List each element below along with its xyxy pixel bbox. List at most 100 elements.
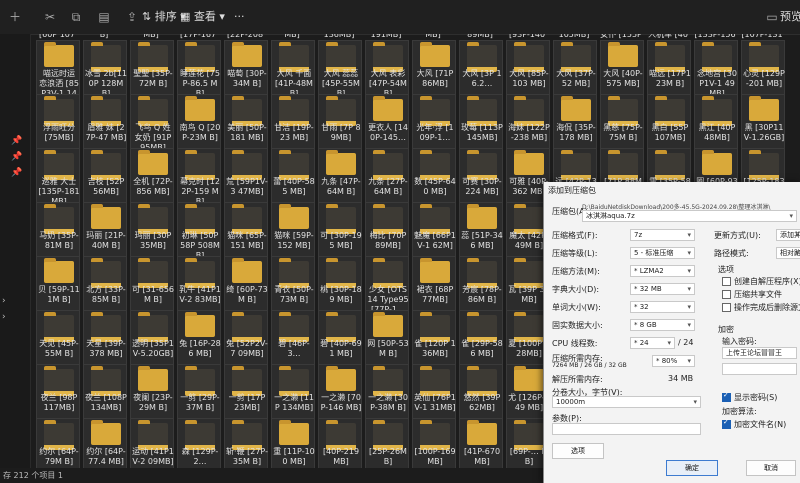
word-select[interactable]: * 32 xyxy=(630,301,695,313)
pin-icon[interactable]: 📌 xyxy=(11,152,22,162)
decomp-value: 34 MB xyxy=(668,374,694,383)
folder-icon xyxy=(44,366,74,396)
cpu-select[interactable]: * 24 xyxy=(630,337,675,349)
folder-icon xyxy=(279,366,309,396)
folder-icon xyxy=(232,204,262,234)
folder-icon xyxy=(420,204,450,234)
folder-icon xyxy=(185,42,215,72)
expand-chevron-icon[interactable]: › xyxy=(2,296,12,306)
more-button[interactable]: ··· xyxy=(234,8,245,26)
encrypt-names-label: 加密文件名(N) xyxy=(734,420,787,429)
folder-icon xyxy=(702,96,732,126)
format-select[interactable]: 7z xyxy=(630,229,695,241)
folder-name: 斩·鞭 [27P-35M B] xyxy=(226,447,268,466)
folder-icon xyxy=(749,150,779,180)
folder-icon xyxy=(749,96,779,121)
folder-icon xyxy=(420,150,450,180)
folder-icon xyxy=(608,150,638,180)
new-icon[interactable]: ＋ xyxy=(7,9,23,25)
folder-icon xyxy=(185,150,215,180)
folder-name: [41P-670 MB] xyxy=(463,447,501,466)
preview-button[interactable]: 预览 xyxy=(780,8,800,26)
update-select[interactable]: 添加并替 xyxy=(776,229,800,241)
view-button[interactable]: ▦ 查看 ▾ xyxy=(180,8,225,26)
folder-item[interactable]: 斩·鞭 [27P-35M B] xyxy=(224,418,268,468)
folder-icon xyxy=(138,42,168,72)
cpu-total: / 24 xyxy=(678,338,694,347)
folder-icon xyxy=(91,312,121,342)
folder-icon xyxy=(185,258,215,288)
mem-percent-select[interactable]: * 80% xyxy=(652,355,695,367)
folder-icon xyxy=(467,150,497,180)
split-select[interactable]: 10000m xyxy=(552,396,701,408)
view-icon: ▦ xyxy=(180,10,194,23)
dict-select[interactable]: * 32 MB xyxy=(630,283,695,295)
folder-icon xyxy=(561,96,591,121)
cut-icon[interactable]: ✂ xyxy=(42,9,58,25)
method-select[interactable]: * LZMA2 xyxy=(630,265,695,277)
folder-icon xyxy=(185,366,215,396)
expand-chevron-icon[interactable]: › xyxy=(2,312,12,322)
folder-icon xyxy=(232,420,262,450)
pin-icon[interactable]: 📌 xyxy=(11,168,22,178)
folder-icon xyxy=(185,420,215,450)
password-field[interactable]: 上传王论坛冒冒王 xyxy=(722,347,797,359)
folder-item[interactable]: [100P-169 MB] xyxy=(412,418,456,468)
folder-icon xyxy=(138,312,168,342)
folder-icon xyxy=(514,420,544,450)
folder-item[interactable]: [40P-219 MB] xyxy=(318,418,362,468)
folder-name: 重 [11P-100 MB] xyxy=(273,447,315,466)
folder-icon xyxy=(44,96,74,126)
params-field[interactable] xyxy=(552,423,701,435)
copy-icon[interactable]: ⧉ xyxy=(68,9,84,25)
folder-icon xyxy=(514,96,544,126)
level-select[interactable]: 5 - 标准压缩 xyxy=(630,247,695,259)
format-label: 压缩格式(F): xyxy=(552,231,598,240)
folder-item[interactable]: 重 [11P-100 MB] xyxy=(271,418,315,468)
decomp-label: 解压所需内存: xyxy=(552,375,603,384)
delete-checkbox[interactable] xyxy=(722,303,731,312)
show-password-checkbox[interactable] xyxy=(722,391,731,402)
folder-icon xyxy=(232,42,262,67)
folder-icon xyxy=(514,258,544,288)
dialog-title: 添加到压缩包 xyxy=(548,186,596,195)
folder-icon xyxy=(44,420,74,450)
options-button[interactable]: 选项 xyxy=(552,443,604,459)
solid-select[interactable]: * 8 GB xyxy=(630,319,695,331)
shared-checkbox[interactable] xyxy=(722,290,731,299)
path-mode-select[interactable]: 相对路径 xyxy=(776,247,800,259)
folder-name: [100P-169 MB] xyxy=(414,447,456,466)
folder-icon xyxy=(232,96,262,126)
folder-icon xyxy=(467,312,497,342)
folder-icon xyxy=(467,420,497,445)
details-pane-icon[interactable]: ▭ xyxy=(764,9,780,25)
encrypt-names-checkbox[interactable] xyxy=(722,418,731,429)
ok-button[interactable]: 确定 xyxy=(666,460,718,476)
folder-icon xyxy=(373,420,403,450)
share-icon[interactable]: ⇪ xyxy=(124,9,140,25)
folder-item[interactable]: 约尔 [64P-79M B] xyxy=(36,418,80,468)
archive-name-field[interactable]: 冰淇淋aqua.7z xyxy=(582,210,797,222)
folder-item[interactable]: 约尔 [64P-77.4 MB] xyxy=(83,418,127,468)
folder-icon xyxy=(185,96,215,121)
add-to-archive-dialog: 添加到压缩包 压缩包(A): D:\BaiduNetdiskDownload\2… xyxy=(543,182,800,483)
folder-icon xyxy=(420,312,450,342)
shared-label: 压缩共享文件 xyxy=(734,290,782,299)
folder-icon xyxy=(185,312,215,337)
folder-icon xyxy=(373,366,403,396)
solid-label: 固实数据大小: xyxy=(552,321,603,330)
folder-icon xyxy=(279,312,309,342)
level-label: 压缩等级(L): xyxy=(552,249,598,258)
folder-icon xyxy=(467,42,497,72)
password-confirm-field[interactable] xyxy=(722,363,797,375)
folder-item[interactable]: [41P-670 MB] xyxy=(459,418,503,468)
folder-icon xyxy=(373,42,403,72)
delete-label: 操作完成后删除源文件 xyxy=(734,303,800,312)
pin-icon[interactable]: 📌 xyxy=(11,136,22,146)
folder-item[interactable]: 森 [129P-2… xyxy=(177,418,221,468)
paste-icon[interactable]: ▤ xyxy=(96,9,112,25)
folder-item[interactable]: [25P-26M B] xyxy=(365,418,409,468)
folder-item[interactable]: 运动 [41P1V-2 09MB] xyxy=(130,418,174,468)
sfx-checkbox[interactable] xyxy=(722,277,731,286)
cancel-button[interactable]: 取消 xyxy=(746,460,796,476)
